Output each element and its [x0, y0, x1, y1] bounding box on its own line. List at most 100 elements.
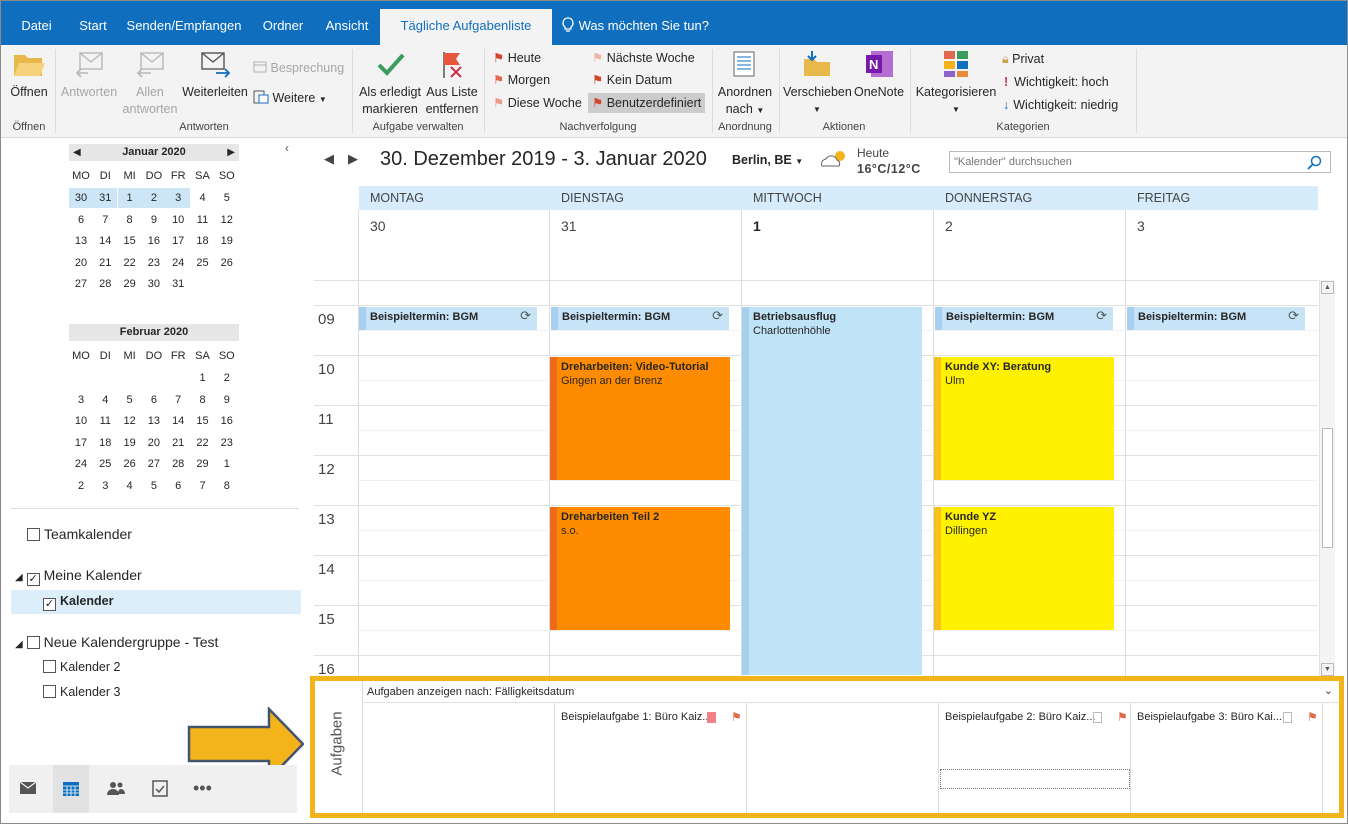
arrange-by-button[interactable]: Anordnen nach ▼ [716, 49, 774, 119]
day-cell[interactable]: 10 [69, 411, 93, 431]
day-cell[interactable]: 30 [142, 274, 166, 294]
day-cell[interactable]: 8 [215, 476, 239, 496]
day-cell[interactable]: 29 [191, 454, 215, 474]
day-cell[interactable]: 29 [118, 274, 142, 294]
day-cell[interactable]: 16 [215, 411, 239, 431]
day-cell[interactable]: 23 [142, 253, 166, 273]
event-bgm-mon[interactable]: Beispieltermin: BGM ⟳ [359, 307, 537, 330]
flag-this-week-button[interactable]: ⚑ Diese Woche [493, 94, 582, 112]
day-cell[interactable]: 7 [93, 210, 117, 230]
day-cell[interactable]: 18 [191, 231, 215, 251]
previous-month-icon[interactable]: ◀ [73, 144, 81, 161]
day-number[interactable]: 30 [370, 218, 386, 234]
tab-start[interactable]: Start [67, 9, 119, 45]
day-cell[interactable]: 12 [118, 411, 142, 431]
day-cell[interactable]: 22 [191, 433, 215, 453]
day-cell[interactable]: 26 [118, 454, 142, 474]
more-modules-icon[interactable]: ••• [193, 778, 212, 799]
importance-low-button[interactable]: ↓ Wichtigkeit: niedrig [1003, 96, 1118, 114]
reply-all-button[interactable]: Allen antworten [121, 49, 179, 118]
day-cell[interactable]: 26 [215, 253, 239, 273]
calendar-search-box[interactable] [949, 151, 1331, 173]
day-cell[interactable]: 14 [93, 231, 117, 251]
tell-me-box[interactable]: Was möchten Sie tun? [561, 9, 711, 45]
day-cell[interactable]: 8 [191, 390, 215, 410]
remove-from-list-button[interactable]: Aus Liste entfernen [425, 49, 479, 118]
day-cell[interactable] [118, 368, 142, 388]
expand-triangle-icon[interactable]: ◢ [15, 639, 23, 650]
day-cell[interactable]: 20 [142, 433, 166, 453]
reply-button[interactable]: Antworten [59, 49, 119, 101]
search-icon[interactable] [1307, 155, 1322, 170]
day-cell[interactable]: 31 [93, 188, 118, 208]
weather-location-dropdown[interactable]: Berlin, BE ▼ [732, 153, 803, 167]
onenote-button[interactable]: N OneNote [853, 49, 905, 101]
tab-ansicht[interactable]: Ansicht [318, 9, 376, 45]
checkbox-checked-icon[interactable]: ✓ [26, 573, 40, 586]
next-month-icon[interactable]: ▶ [227, 144, 235, 161]
scroll-thumb[interactable] [1322, 428, 1333, 548]
day-cell[interactable]: 10 [166, 210, 190, 230]
day-cell[interactable]: 15 [118, 231, 142, 251]
checkbox-icon[interactable] [43, 660, 56, 673]
tab-ordner[interactable]: Ordner [253, 9, 313, 45]
mark-complete-button[interactable]: Als erledigt markieren [357, 49, 423, 118]
calendar-search-input[interactable] [950, 152, 1290, 172]
event-kunde-xy[interactable]: Kunde XY: Beratung Ulm [934, 357, 1114, 480]
flag-tomorrow-button[interactable]: ⚑ Morgen [493, 71, 550, 89]
day-cell[interactable]: 25 [191, 253, 215, 273]
day-header[interactable]: MONTAG [359, 186, 550, 210]
day-cell[interactable] [191, 274, 215, 294]
scroll-down-icon[interactable]: ▼ [1321, 663, 1334, 676]
day-cell[interactable]: 13 [142, 411, 166, 431]
tasks-icon[interactable] [152, 779, 168, 802]
day-cell[interactable]: 3 [166, 188, 191, 208]
day-cell[interactable]: 20 [69, 253, 93, 273]
day-cell[interactable]: 19 [215, 231, 239, 251]
meeting-button[interactable]: Besprechung [253, 59, 344, 77]
day-cell[interactable]: 22 [118, 253, 142, 273]
day-cell[interactable]: 14 [166, 411, 190, 431]
day-cell[interactable]: 6 [142, 390, 166, 410]
day-cell[interactable]: 2 [215, 368, 239, 388]
day-cell[interactable]: 23 [215, 433, 239, 453]
folder-kalender[interactable]: ✓ Kalender [11, 590, 301, 614]
day-cell[interactable]: 31 [166, 274, 190, 294]
day-header[interactable]: DONNERSTAG [934, 186, 1126, 210]
tab-taegliche-aufgabenliste[interactable]: Tägliche Aufgabenliste [380, 9, 552, 45]
day-cell[interactable]: 24 [69, 454, 93, 474]
day-cell[interactable]: 13 [69, 231, 93, 251]
day-cell[interactable]: 18 [93, 433, 117, 453]
day-cell[interactable]: 12 [215, 210, 239, 230]
tab-datei[interactable]: Datei [9, 9, 64, 45]
day-cell[interactable]: 27 [69, 274, 93, 294]
day-cell[interactable] [142, 368, 166, 388]
new-task-slot[interactable] [940, 769, 1130, 789]
day-cell[interactable]: 1 [117, 188, 142, 208]
tab-senden-empfangen[interactable]: Senden/Empfangen [123, 9, 245, 45]
task-item-2[interactable]: Beispielaufgabe 2: Büro Kaiz... ⚑ [945, 711, 1135, 723]
day-cell[interactable]: 15 [191, 411, 215, 431]
day-cell[interactable]: 4 [191, 188, 215, 208]
mail-icon[interactable] [19, 781, 37, 800]
task-item-1[interactable]: Beispielaufgabe 1: Büro Kaiz... ⚑ [561, 711, 751, 723]
event-kunde-yz[interactable]: Kunde YZ Dillingen [934, 507, 1114, 630]
day-cell[interactable] [93, 368, 117, 388]
previous-week-icon[interactable]: ◀ [324, 151, 334, 167]
event-bgm-thu[interactable]: Beispieltermin: BGM ⟳ [935, 307, 1113, 330]
next-week-icon[interactable]: ▶ [348, 151, 358, 167]
folder-group-neue-kalendergruppe[interactable]: ◢ Neue Kalendergruppe - Test [15, 634, 218, 650]
day-cell[interactable]: 5 [215, 188, 239, 208]
day-cell[interactable]: 5 [118, 390, 142, 410]
calendar-module-button[interactable] [53, 765, 89, 813]
categorize-button[interactable]: Kategorisieren ▼ [914, 49, 998, 118]
folder-kalender-2[interactable]: Kalender 2 [43, 660, 120, 674]
day-cell[interactable]: 8 [118, 210, 142, 230]
day-cell[interactable] [69, 368, 93, 388]
expand-triangle-icon[interactable]: ◢ [15, 572, 23, 583]
day-header[interactable]: FREITAG [1126, 186, 1318, 210]
day-cell[interactable]: 1 [191, 368, 215, 388]
day-cell[interactable]: 9 [215, 390, 239, 410]
day-cell[interactable]: 3 [93, 476, 117, 496]
event-dreharbeiten-2[interactable]: Dreharbeiten Teil 2 s.o. [550, 507, 730, 630]
